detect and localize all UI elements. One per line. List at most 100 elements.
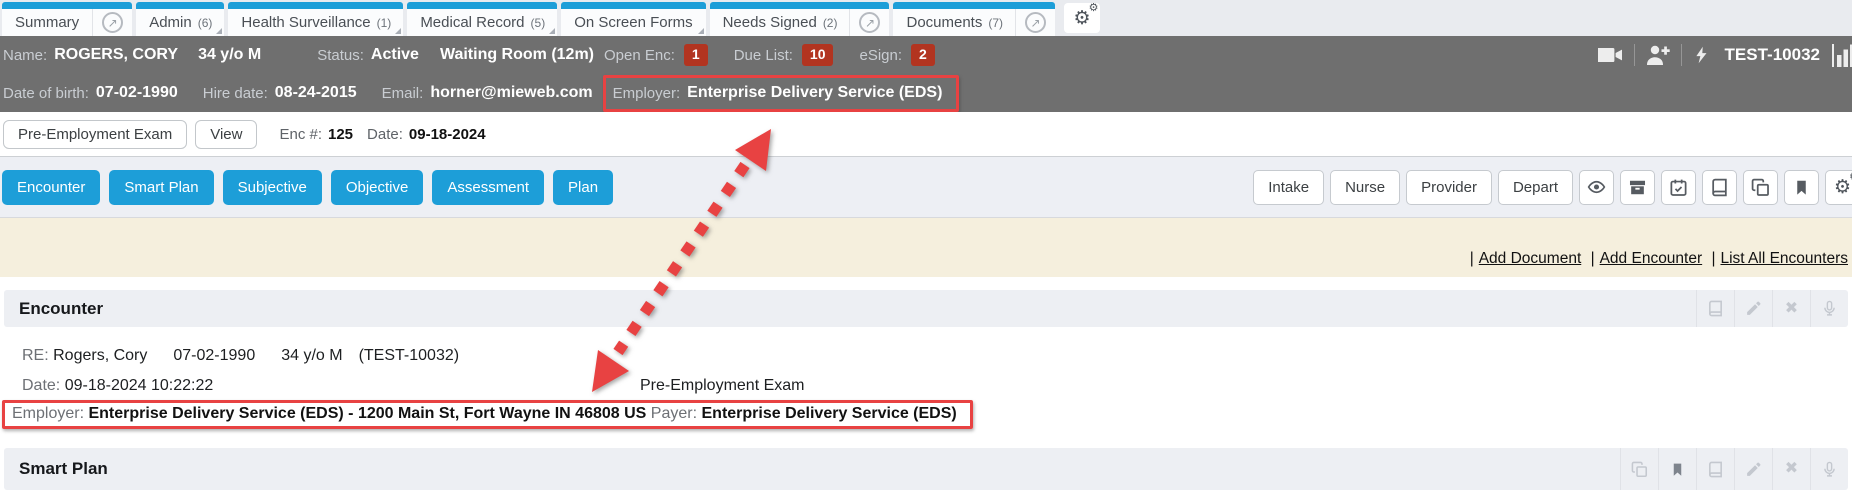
- provider-button[interactable]: Provider: [1406, 170, 1492, 205]
- tab-documents[interactable]: Documents (7) ↗: [893, 2, 1055, 36]
- tab-settings-button[interactable]: ⚙⚙: [1064, 3, 1100, 33]
- tab-label[interactable]: Medical Record: [407, 14, 530, 31]
- encounter-re-line: RE: Rogers, Cory 07-02-1990 34 y/o M (TEST-…: [22, 347, 459, 365]
- add-document-link[interactable]: Add Document: [1479, 250, 1582, 267]
- tab-admin[interactable]: Admin (6): [136, 2, 224, 36]
- chart-book-icon[interactable]: [1696, 448, 1734, 490]
- encounter-patient-id: (TEST-10032): [359, 347, 459, 364]
- microphone-icon[interactable]: [1810, 290, 1848, 327]
- waiting-room-status[interactable]: Waiting Room (12m): [440, 46, 594, 64]
- tab-label[interactable]: On Screen Forms: [561, 14, 705, 31]
- tab-count: (7): [988, 16, 1015, 30]
- open-in-new-window-icon[interactable]: ↗: [92, 9, 132, 36]
- encounter-employer-value: Enterprise Delivery Service (EDS) - 1200…: [88, 405, 646, 422]
- nurse-button[interactable]: Nurse: [1330, 170, 1400, 205]
- nav-encounter-button[interactable]: Encounter: [2, 170, 100, 205]
- bookmark-icon[interactable]: [1658, 448, 1696, 490]
- chart-book-button[interactable]: [1702, 170, 1737, 205]
- esign-label: eSign:: [859, 47, 902, 64]
- gear-icon: ⚙⚙: [1074, 9, 1091, 28]
- patient-chart-id[interactable]: TEST-10032: [1725, 45, 1820, 65]
- intake-button[interactable]: Intake: [1253, 170, 1324, 205]
- encounter-section-header[interactable]: Encounter ✖: [4, 290, 1848, 327]
- patient-dob: 07-02-1990: [96, 84, 178, 102]
- copy-pages-icon[interactable]: [1620, 448, 1658, 490]
- webchart-patient-page: Summary ↗ Admin (6) Health Surveillance …: [0, 0, 1852, 493]
- encounter-payer-value: Enterprise Delivery Service (EDS): [702, 405, 957, 422]
- encounter-links: |Add Document |Add Encounter |List All E…: [1465, 250, 1848, 268]
- encounter-section-title: Encounter: [4, 299, 103, 319]
- email-label: Email:: [382, 85, 424, 102]
- tab-label[interactable]: Health Surveillance: [228, 14, 376, 31]
- dropdown-fold-icon: [395, 28, 401, 34]
- encounter-date-line: Date: 09-18-2024 10:22:22: [22, 377, 213, 395]
- edit-pencil-icon[interactable]: [1734, 290, 1772, 327]
- encounter-payer-label: Payer:: [651, 405, 697, 422]
- preview-eye-button[interactable]: [1579, 170, 1614, 205]
- encounter-date-label: Date:: [22, 377, 60, 394]
- close-icon[interactable]: ✖: [1772, 290, 1810, 327]
- patient-name: ROGERS, CORY: [54, 46, 178, 64]
- tab-label[interactable]: Documents: [893, 14, 988, 31]
- enc-number-label: Enc #:: [279, 126, 322, 143]
- tab-on-screen-forms[interactable]: On Screen Forms: [561, 2, 705, 36]
- encounter-patient-age-sex: 34 y/o M: [281, 347, 342, 364]
- add-user-icon[interactable]: [1646, 44, 1670, 66]
- tab-label[interactable]: Admin: [136, 14, 198, 31]
- smart-plan-section-header[interactable]: Smart Plan ✖: [4, 448, 1848, 490]
- settings-gear-button[interactable]: ⚙⚙: [1825, 170, 1852, 205]
- tab-summary[interactable]: Summary ↗: [2, 2, 132, 36]
- tab-health-surveillance[interactable]: Health Surveillance (1): [228, 2, 403, 36]
- open-enc-badge[interactable]: 1: [684, 44, 708, 66]
- separator: |: [1591, 250, 1595, 267]
- exam-type-button[interactable]: Pre-Employment Exam: [3, 120, 187, 149]
- close-icon[interactable]: ✖: [1772, 448, 1810, 490]
- copy-pages-button[interactable]: [1743, 170, 1778, 205]
- depart-button[interactable]: Depart: [1498, 170, 1573, 205]
- status-label: Status:: [317, 47, 364, 64]
- re-label: RE:: [22, 347, 49, 364]
- tab-medical-record[interactable]: Medical Record (5): [407, 2, 557, 36]
- due-list-badge[interactable]: 10: [802, 44, 834, 66]
- chart-book-icon[interactable]: [1696, 290, 1734, 327]
- nav-smart-plan-button[interactable]: Smart Plan: [109, 170, 213, 205]
- calendar-check-button[interactable]: [1661, 170, 1696, 205]
- tab-needs-signed[interactable]: Needs Signed (2) ↗: [710, 2, 890, 36]
- smart-plan-section-title: Smart Plan: [4, 459, 108, 479]
- enc-number-value: 125: [328, 126, 353, 143]
- nav-assessment-button[interactable]: Assessment: [432, 170, 544, 205]
- patient-header: Name: ROGERS, CORY 34 y/o M Status: Acti…: [0, 36, 1852, 112]
- bookmark-button[interactable]: [1784, 170, 1819, 205]
- add-encounter-link[interactable]: Add Encounter: [1600, 250, 1703, 267]
- nav-subjective-button[interactable]: Subjective: [223, 170, 322, 205]
- open-enc-label: Open Enc:: [604, 47, 675, 64]
- view-button[interactable]: View: [195, 120, 257, 149]
- dropdown-fold-icon: [698, 28, 704, 34]
- tab-label[interactable]: Needs Signed: [710, 14, 823, 31]
- patient-header-row-1: Name: ROGERS, CORY 34 y/o M Status: Acti…: [0, 36, 1852, 74]
- tab-label[interactable]: Summary: [2, 14, 92, 31]
- video-call-icon[interactable]: [1597, 45, 1623, 65]
- dropdown-fold-icon: [216, 28, 222, 34]
- flowsheet-chart-icon[interactable]: [1832, 44, 1852, 67]
- nav-plan-button[interactable]: Plan: [553, 170, 613, 205]
- patient-header-actions: TEST-10032: [1597, 44, 1852, 67]
- open-in-new-window-icon[interactable]: ↗: [1015, 9, 1055, 36]
- patient-status: Active: [371, 46, 419, 64]
- esign-badge[interactable]: 2: [911, 44, 935, 66]
- open-in-new-window-icon[interactable]: ↗: [849, 9, 889, 36]
- archive-box-button[interactable]: [1620, 170, 1655, 205]
- quick-action-bolt-icon[interactable]: [1693, 44, 1711, 66]
- edit-pencil-icon[interactable]: [1734, 448, 1772, 490]
- nav-objective-button[interactable]: Objective: [331, 170, 424, 205]
- encounter-exam-type: Pre-Employment Exam: [640, 377, 805, 395]
- divider: [1681, 44, 1682, 66]
- hire-date-label: Hire date:: [203, 85, 268, 102]
- name-label: Name:: [3, 47, 47, 64]
- arrow-up-right-icon: ↗: [1025, 12, 1046, 33]
- list-all-encounters-link[interactable]: List All Encounters: [1720, 250, 1848, 267]
- microphone-icon[interactable]: [1810, 448, 1848, 490]
- patient-employer: Enterprise Delivery Service (EDS): [687, 84, 942, 102]
- encounter-patient-name: Rogers, Cory: [53, 347, 147, 364]
- encounter-patient-dob: 07-02-1990: [173, 347, 255, 364]
